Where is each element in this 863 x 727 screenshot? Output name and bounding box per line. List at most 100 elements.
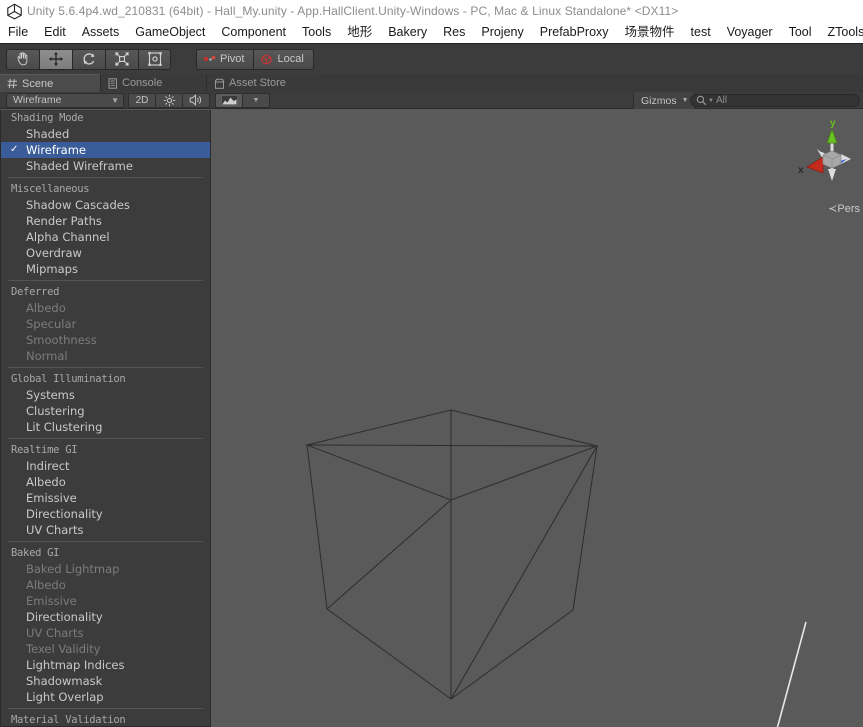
transform-tools-group (6, 48, 171, 70)
menu-test[interactable]: test (683, 22, 719, 43)
tab-asset-store-label: Asset Store (229, 77, 286, 89)
menu-item-shadow-cascades[interactable]: Shadow Cascades (1, 197, 210, 213)
pivot-label: Pivot (220, 53, 245, 65)
menu-section-header: Miscellaneous (11, 183, 90, 195)
menu-separator (8, 541, 203, 542)
menu-item-wireframe[interactable]: ✓ Wireframe (1, 142, 210, 158)
chevron-down-icon: ▼ (681, 97, 689, 104)
window-title-text: Unity 5.6.4p4.wd_210831 (64bit) - Hall_M… (27, 4, 679, 18)
menu-item-uv-charts[interactable]: UV Charts (1, 522, 210, 538)
menu-item-directionality[interactable]: Directionality (1, 506, 210, 522)
menu-projeny[interactable]: Projeny (473, 22, 531, 43)
menu-item-overdraw[interactable]: Overdraw (1, 245, 210, 261)
menu-item-shadowmask[interactable]: Shadowmask (1, 673, 210, 689)
menu-edit[interactable]: Edit (36, 22, 74, 43)
effects-dropdown-button[interactable]: ▼ (242, 92, 270, 108)
tab-console-label: Console (122, 77, 163, 89)
search-icon-caret: ▼ (708, 97, 714, 104)
toggle-effects-button[interactable] (215, 92, 243, 108)
menu-section-header: Deferred (11, 286, 60, 298)
menu-item-label: UV Charts (26, 523, 84, 537)
menu-item-label: Texel Validity (26, 642, 101, 656)
menu-item-light-overlap[interactable]: Light Overlap (1, 689, 210, 705)
hand-icon (17, 52, 28, 66)
scale-icon (115, 52, 129, 66)
rotate-icon (83, 53, 95, 65)
menu-scene-items[interactable]: 场景物件 (617, 22, 683, 43)
menu-item-albedo[interactable]: Albedo (1, 474, 210, 490)
menu-item-label: Lightmap Indices (26, 658, 125, 672)
menu-section-header: Material Validation (11, 714, 126, 726)
menu-tools[interactable]: Tools (294, 22, 339, 43)
menu-item-label: Wireframe (26, 143, 86, 157)
rotate-tool-button[interactable] (72, 48, 105, 70)
menu-item-shaded[interactable]: Shaded (1, 126, 210, 142)
unity-logo-icon (4, 2, 24, 20)
menu-item-lightmap-indices[interactable]: Lightmap Indices (1, 657, 210, 673)
menu-prefabproxy[interactable]: PrefabProxy (532, 22, 617, 43)
window-title-bar: Unity 5.6.4p4.wd_210831 (64bit) - Hall_M… (0, 0, 863, 22)
menu-terrain[interactable]: 地形 (339, 22, 380, 43)
menu-item-lit-clustering[interactable]: Lit Clustering (1, 419, 210, 435)
move-tool-button[interactable] (39, 48, 72, 70)
scene-search-input[interactable]: ▼ All (690, 94, 860, 107)
persp-text: Pers (837, 203, 860, 215)
menu-bakery[interactable]: Bakery (380, 22, 435, 43)
menu-item-shaded-wireframe[interactable]: Shaded Wireframe (1, 158, 210, 174)
menu-file[interactable]: File (0, 22, 36, 43)
menu-item-albedo: Albedo (1, 300, 210, 316)
shading-mode-dropdown-menu[interactable]: Shading Mode Shaded ✓ Wireframe Shaded Wiref… (0, 110, 211, 727)
toggle-2d-button[interactable]: 2D (128, 92, 156, 108)
menu-item-mipmaps[interactable]: Mipmaps (1, 261, 210, 277)
tab-scene[interactable]: Scene (0, 74, 100, 92)
local-toggle-button[interactable]: Local (253, 48, 314, 70)
menu-separator (8, 280, 203, 281)
menu-item-render-paths[interactable]: Render Paths (1, 213, 210, 229)
menu-item-clustering[interactable]: Clustering (1, 403, 210, 419)
rect-tool-button[interactable] (138, 48, 171, 70)
scene-search-value: All (715, 95, 728, 106)
menu-item-systems[interactable]: Systems (1, 387, 210, 403)
menu-voyager[interactable]: Voyager (719, 22, 781, 43)
menu-item-label: Indirect (26, 459, 70, 473)
menu-tool[interactable]: Tool (781, 22, 820, 43)
toggle-lighting-button[interactable] (155, 92, 183, 108)
menu-separator (8, 177, 203, 178)
menu-item-emissive[interactable]: Emissive (1, 490, 210, 506)
scene-view-toolbar: Wireframe ▼ 2D ▼ Gizmos ▼ ▼ All (0, 92, 863, 109)
gizmos-label: Gizmos (641, 94, 677, 107)
menu-item-directionality[interactable]: Directionality (1, 609, 210, 625)
toggle-audio-button[interactable] (182, 92, 210, 108)
menu-item-label: Albedo (26, 301, 66, 315)
svg-text:x: x (798, 165, 804, 176)
tab-console[interactable]: Console (101, 74, 206, 92)
perspective-label[interactable]: ≺Pers (828, 202, 860, 215)
menu-section-header: Baked GI (11, 547, 60, 559)
tab-asset-store[interactable]: Asset Store (207, 74, 317, 92)
search-icon (696, 95, 707, 106)
menu-item-label: Normal (26, 349, 68, 363)
pivot-toggle-button[interactable]: Pivot (196, 48, 254, 70)
scene-orientation-gizmo[interactable]: y x (793, 111, 857, 193)
menu-component[interactable]: Component (213, 22, 294, 43)
menu-assets[interactable]: Assets (74, 22, 128, 43)
pivot-icon (204, 55, 216, 61)
menu-item-label: Clustering (26, 404, 85, 418)
scale-tool-button[interactable] (105, 48, 138, 70)
local-label: Local (277, 53, 304, 65)
gizmos-dropdown-button[interactable]: Gizmos ▼ (633, 92, 695, 109)
wireframe-cube (305, 409, 599, 700)
menu-item-label: Emissive (26, 594, 77, 608)
menu-res[interactable]: Res (435, 22, 473, 43)
menu-section-header: Global Illumination (11, 373, 126, 385)
scene-grid-icon (7, 78, 17, 89)
menu-ztools[interactable]: ZTools (820, 22, 863, 43)
menu-item-alpha-channel[interactable]: Alpha Channel (1, 229, 210, 245)
menu-item-emissive: Emissive (1, 593, 210, 609)
menu-item-indirect[interactable]: Indirect (1, 458, 210, 474)
menu-separator (8, 708, 203, 709)
menu-gameobject[interactable]: GameObject (127, 22, 213, 43)
shading-mode-dropdown[interactable]: Wireframe ▼ (6, 92, 124, 108)
hand-tool-button[interactable] (6, 48, 39, 70)
pivot-group: Pivot Local (196, 48, 314, 70)
